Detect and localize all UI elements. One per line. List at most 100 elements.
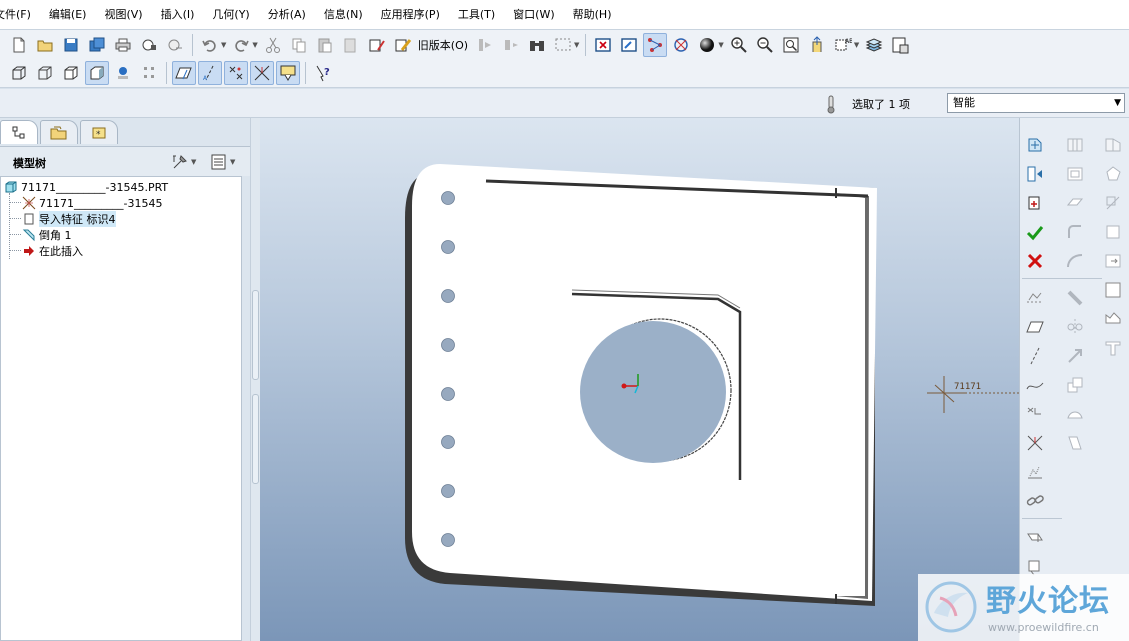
- splitter-grip[interactable]: [252, 394, 259, 484]
- chain-button[interactable]: [1022, 488, 1048, 514]
- menu-help[interactable]: 帮助(H): [564, 0, 621, 30]
- tab-folder-browser[interactable]: [40, 120, 78, 144]
- blend-tool-button[interactable]: [1100, 306, 1126, 332]
- open-file-button[interactable]: [33, 33, 57, 57]
- datum-axis-tool-button[interactable]: [1022, 343, 1048, 369]
- print-button[interactable]: [111, 33, 135, 57]
- tree-item-csys[interactable]: 71171_________-31545: [21, 195, 162, 211]
- tree-settings-button[interactable]: ▼: [171, 151, 198, 173]
- menu-analysis[interactable]: 分析(A): [259, 0, 315, 30]
- send-link-button[interactable]: [163, 33, 187, 57]
- saved-views-button[interactable]: AB: [831, 33, 855, 57]
- analysis-feature-button[interactable]: [1022, 459, 1048, 485]
- trim-tool-button[interactable]: [1100, 190, 1126, 216]
- menu-file[interactable]: 文件(F): [0, 0, 40, 30]
- boundary-tool-button[interactable]: [1100, 277, 1126, 303]
- extend-tool-button[interactable]: [1100, 248, 1126, 274]
- tree-item-insert-here[interactable]: 在此插入: [21, 243, 83, 259]
- surface-tool-button[interactable]: [1100, 161, 1126, 187]
- thicken-tool-button[interactable]: [1062, 430, 1088, 456]
- tree-item-part[interactable]: 71171_________-31545.PRT: [3, 179, 168, 195]
- menu-tools[interactable]: 工具(T): [449, 0, 504, 30]
- menu-window[interactable]: 窗口(W): [504, 0, 563, 30]
- menu-applications[interactable]: 应用程序(P): [372, 0, 449, 30]
- mirror-tool-button[interactable]: [1062, 314, 1088, 340]
- reorder-button[interactable]: [499, 33, 523, 57]
- search-button[interactable]: [525, 33, 549, 57]
- refit-button[interactable]: [779, 33, 803, 57]
- zoom-out-button[interactable]: [753, 33, 777, 57]
- hole-tool-button[interactable]: [1062, 132, 1088, 158]
- annotation-display-toggle[interactable]: [276, 60, 300, 85]
- shaded-button[interactable]: [85, 60, 109, 85]
- model-player-button[interactable]: [473, 33, 497, 57]
- rib-tool-button[interactable]: [1062, 190, 1088, 216]
- menu-info[interactable]: 信息(N): [315, 0, 372, 30]
- add-feature-button[interactable]: [1022, 190, 1048, 216]
- selection-box-button[interactable]: [551, 33, 575, 57]
- graphics-window[interactable]: 71171: [260, 118, 1019, 641]
- menu-insert[interactable]: 插入(I): [152, 0, 204, 30]
- context-help-button[interactable]: ?: [311, 61, 335, 85]
- paste-button[interactable]: [313, 33, 337, 57]
- regenerate-button[interactable]: [365, 33, 389, 57]
- share-data-button[interactable]: [1022, 132, 1048, 158]
- datum-point-tool-button[interactable]: [1022, 401, 1048, 427]
- send-mail-button[interactable]: [137, 33, 161, 57]
- grid-points-button[interactable]: [137, 61, 161, 85]
- sweep-tool-button[interactable]: [1062, 285, 1088, 311]
- tree-item-import-feature[interactable]: 导入特征 标识4: [21, 211, 116, 227]
- pattern-tool-button[interactable]: [1100, 132, 1126, 158]
- datum-axes-toggle[interactable]: [643, 32, 668, 57]
- shell-tool-button[interactable]: [1062, 161, 1088, 187]
- shading-button[interactable]: [695, 33, 719, 57]
- cut-button[interactable]: [261, 33, 285, 57]
- wireframe-button[interactable]: [7, 61, 31, 85]
- datum-curve-tool-button[interactable]: [1022, 372, 1048, 398]
- tree-item-chamfer[interactable]: 倒角 1: [21, 227, 72, 243]
- repaint-button[interactable]: [617, 33, 641, 57]
- csys-display-toggle[interactable]: [250, 60, 274, 85]
- datum-axes-display-toggle[interactable]: A: [198, 60, 222, 85]
- new-file-button[interactable]: [7, 33, 31, 57]
- flange-tool-button[interactable]: [1100, 335, 1126, 361]
- panel-splitter[interactable]: [250, 118, 260, 641]
- redo-button[interactable]: [229, 33, 253, 57]
- zoom-in-button[interactable]: [727, 33, 751, 57]
- view-manager-button[interactable]: [888, 33, 912, 57]
- solidify-tool-button[interactable]: [1100, 219, 1126, 245]
- selection-filter-select[interactable]: 智能 ▼: [947, 93, 1125, 113]
- tab-model-tree[interactable]: [0, 120, 38, 144]
- datum-points-display-toggle[interactable]: [224, 60, 248, 85]
- datum-planes-toggle[interactable]: [172, 60, 196, 85]
- layers-button[interactable]: [862, 33, 886, 57]
- spin-center-button[interactable]: [669, 33, 693, 57]
- copy-button[interactable]: [287, 33, 311, 57]
- edit-definition-button[interactable]: [391, 33, 415, 57]
- enhanced-realism-button[interactable]: [111, 61, 135, 85]
- round-tool-button[interactable]: [1062, 219, 1088, 245]
- csys-tool-button[interactable]: [1022, 430, 1048, 456]
- reorient-button[interactable]: [805, 33, 829, 57]
- undo-button[interactable]: [198, 33, 222, 57]
- insert-feature-button[interactable]: [1022, 161, 1048, 187]
- close-window-button[interactable]: [591, 33, 615, 57]
- cancel-button[interactable]: [1022, 248, 1048, 274]
- tree-show-button[interactable]: ▼: [210, 151, 237, 173]
- menu-geometry[interactable]: 几何(Y): [203, 0, 258, 30]
- splitter-grip[interactable]: [252, 290, 259, 380]
- save-button[interactable]: [59, 33, 83, 57]
- save-copy-button[interactable]: [85, 33, 109, 57]
- sketch-tool-button[interactable]: [1022, 285, 1048, 311]
- offset-tool-button[interactable]: [1062, 372, 1088, 398]
- no-hidden-button[interactable]: [59, 61, 83, 85]
- tab-favorites[interactable]: *: [80, 120, 118, 144]
- extrude-tool-button[interactable]: [1022, 525, 1048, 551]
- paste-special-button[interactable]: [339, 33, 363, 57]
- draft-tool-button[interactable]: [1062, 248, 1088, 274]
- datum-plane-tool-button[interactable]: [1022, 314, 1048, 340]
- menu-edit[interactable]: 编辑(E): [40, 0, 96, 30]
- move-tool-button[interactable]: [1062, 343, 1088, 369]
- confirm-button[interactable]: [1022, 219, 1048, 245]
- menu-view[interactable]: 视图(V): [95, 0, 151, 30]
